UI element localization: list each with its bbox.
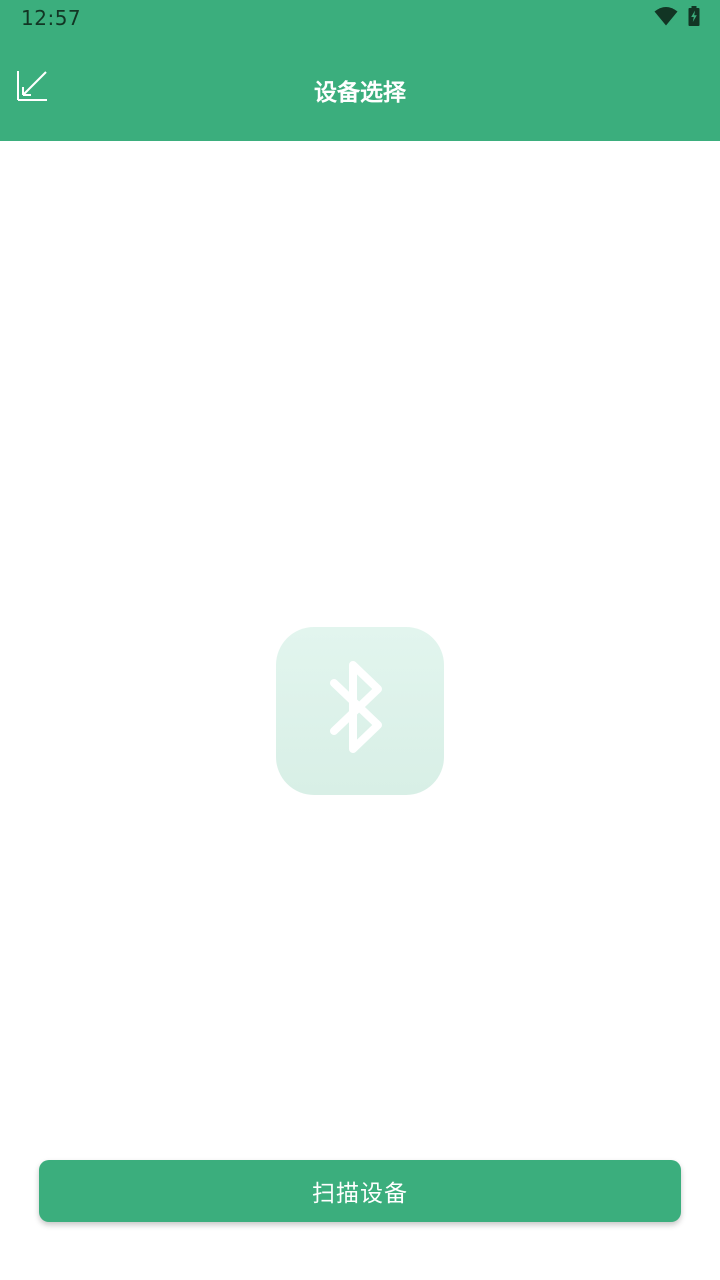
header: 12:57 设备选择 xyxy=(0,0,720,141)
device-select-screen: 12:57 设备选择 扫描设备 xyxy=(0,0,720,1280)
bluetooth-illustration xyxy=(276,627,444,795)
status-icons xyxy=(654,6,700,30)
back-button[interactable] xyxy=(8,64,56,112)
scan-devices-button[interactable]: 扫描设备 xyxy=(39,1160,681,1222)
status-time: 12:57 xyxy=(21,6,82,30)
status-bar: 12:57 xyxy=(0,0,720,38)
collapse-arrow-icon xyxy=(16,70,48,106)
app-bar: 设备选择 xyxy=(0,38,720,141)
scan-devices-label: 扫描设备 xyxy=(312,1181,408,1207)
page-title: 设备选择 xyxy=(314,80,406,106)
bluetooth-icon xyxy=(320,649,400,773)
battery-charging-icon xyxy=(688,6,700,30)
wifi-icon xyxy=(654,6,678,30)
